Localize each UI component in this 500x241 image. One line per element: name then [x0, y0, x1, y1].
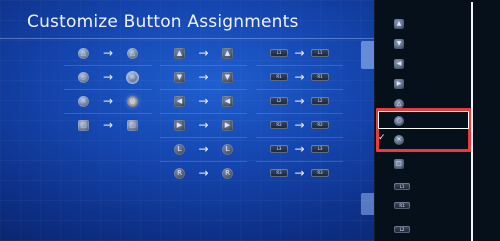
mapping-arrow: →: [294, 142, 305, 156]
assignment-row[interactable]: ▲ → ▲: [160, 42, 247, 66]
option-right[interactable]: ▶: [374, 74, 471, 94]
left-button-icon: ◀: [174, 96, 185, 107]
down-button-icon: ▼: [174, 72, 185, 83]
up-button-icon: ▲: [174, 48, 185, 59]
mapping-arrow: →: [294, 166, 305, 180]
shoulder-buttons-group: L1 → L1 R1 → R1 L2 → L2 R2 → R2 L3 → L3 …: [256, 42, 343, 180]
l3-button-icon: L3: [311, 145, 329, 153]
mapping-arrow: →: [198, 142, 209, 156]
mapping-arrow: →: [294, 46, 305, 60]
square-button-icon: □: [127, 120, 138, 131]
left-button-icon: ◀: [222, 96, 233, 107]
assignment-row[interactable]: L2 → L2: [256, 90, 343, 114]
r3-button-icon: R3: [311, 169, 329, 177]
assignment-row[interactable]: ✕ → ○: [64, 90, 152, 114]
mapping-arrow: →: [198, 166, 209, 180]
mapping-arrow: →: [102, 70, 114, 84]
panel-edge-indicator: [361, 193, 375, 215]
assignment-row[interactable]: R3 → R3: [256, 162, 343, 185]
r2-button-icon: R2: [311, 121, 329, 129]
circle-button-icon: ○: [78, 72, 89, 83]
assignment-row[interactable]: R2 → R2: [256, 114, 343, 138]
r3-button-icon: R3: [270, 169, 288, 177]
assignment-row[interactable]: R1 → R1: [256, 66, 343, 90]
right-stick-icon: R: [174, 168, 185, 179]
l2-button-icon: L2: [270, 97, 288, 105]
assignment-row[interactable]: ▶ → ▶: [160, 114, 247, 138]
assignment-row[interactable]: □ → □: [64, 114, 152, 137]
option-square[interactable]: □: [374, 154, 471, 174]
circle-button-icon: ○: [127, 96, 138, 107]
r1-button-icon: R1: [311, 73, 329, 81]
r2-button-icon: R2: [270, 121, 288, 129]
mapping-arrow: →: [198, 46, 209, 60]
left-stick-icon: L: [174, 144, 185, 155]
r1-button-icon: R1: [270, 73, 288, 81]
right-stick-icon: R: [222, 168, 233, 179]
assignment-row[interactable]: ○ → ✕: [64, 66, 152, 90]
option-up[interactable]: ▲: [374, 14, 471, 34]
assignment-row[interactable]: L3 → L3: [256, 138, 343, 162]
option-l1[interactable]: L1: [374, 176, 471, 196]
panel-edge-indicator: [361, 41, 375, 69]
down-option-icon: ▼: [394, 39, 404, 49]
triangle-button-icon: △: [127, 48, 138, 59]
mapping-arrow: →: [102, 94, 114, 108]
up-button-icon: ▲: [222, 48, 233, 59]
l2-option-icon: L2: [394, 226, 410, 233]
mapping-arrow: →: [198, 70, 209, 84]
down-button-icon: ▼: [222, 72, 233, 83]
direction-and-stick-group: ▲ → ▲ ▼ → ▼ ◀ → ◀ ▶ → ▶ L → L R → R: [160, 42, 247, 180]
mapping-arrow: →: [102, 118, 114, 132]
scrollbar[interactable]: [471, 2, 473, 241]
mapping-arrow: →: [294, 70, 305, 84]
mapping-arrow: →: [294, 94, 305, 108]
option-r1[interactable]: R1: [374, 195, 471, 215]
mapping-arrow: →: [102, 46, 114, 60]
right-option-icon: ▶: [394, 79, 404, 89]
right-button-icon: ▶: [222, 120, 233, 131]
selected-option-outline: [378, 111, 469, 129]
cross-button-icon: ✕: [127, 72, 138, 83]
l2-button-icon: L2: [311, 97, 329, 105]
assignment-row[interactable]: ▼ → ▼: [160, 66, 247, 90]
right-button-icon: ▶: [174, 120, 185, 131]
assignment-row[interactable]: L → L: [160, 138, 247, 162]
mapping-arrow: →: [198, 94, 209, 108]
assignment-row[interactable]: △ → △: [64, 42, 152, 66]
header-divider: [0, 38, 374, 39]
l1-button-icon: L1: [270, 49, 288, 57]
mapping-arrow: →: [198, 118, 209, 132]
square-option-icon: □: [394, 159, 404, 169]
mapping-arrow: →: [294, 118, 305, 132]
left-stick-icon: L: [222, 144, 233, 155]
l1-button-icon: L1: [311, 49, 329, 57]
triangle-button-icon: △: [78, 48, 89, 59]
page-title: Customize Button Assignments: [27, 12, 299, 32]
square-button-icon: □: [78, 120, 89, 131]
l3-button-icon: L3: [270, 145, 288, 153]
assignment-row[interactable]: ◀ → ◀: [160, 90, 247, 114]
assignment-row[interactable]: L1 → L1: [256, 42, 343, 66]
up-option-icon: ▲: [394, 19, 404, 29]
option-left[interactable]: ◀: [374, 54, 471, 74]
left-option-icon: ◀: [394, 59, 404, 69]
option-down[interactable]: ▼: [374, 34, 471, 54]
assignment-row[interactable]: R → R: [160, 162, 247, 185]
r1-option-icon: R1: [394, 202, 410, 209]
option-l2[interactable]: L2: [374, 219, 471, 239]
l1-option-icon: L1: [394, 183, 410, 190]
face-buttons-group: △ → △ ○ → ✕ ✕ → ○ □ → □: [64, 42, 152, 132]
cross-button-icon: ✕: [78, 96, 89, 107]
